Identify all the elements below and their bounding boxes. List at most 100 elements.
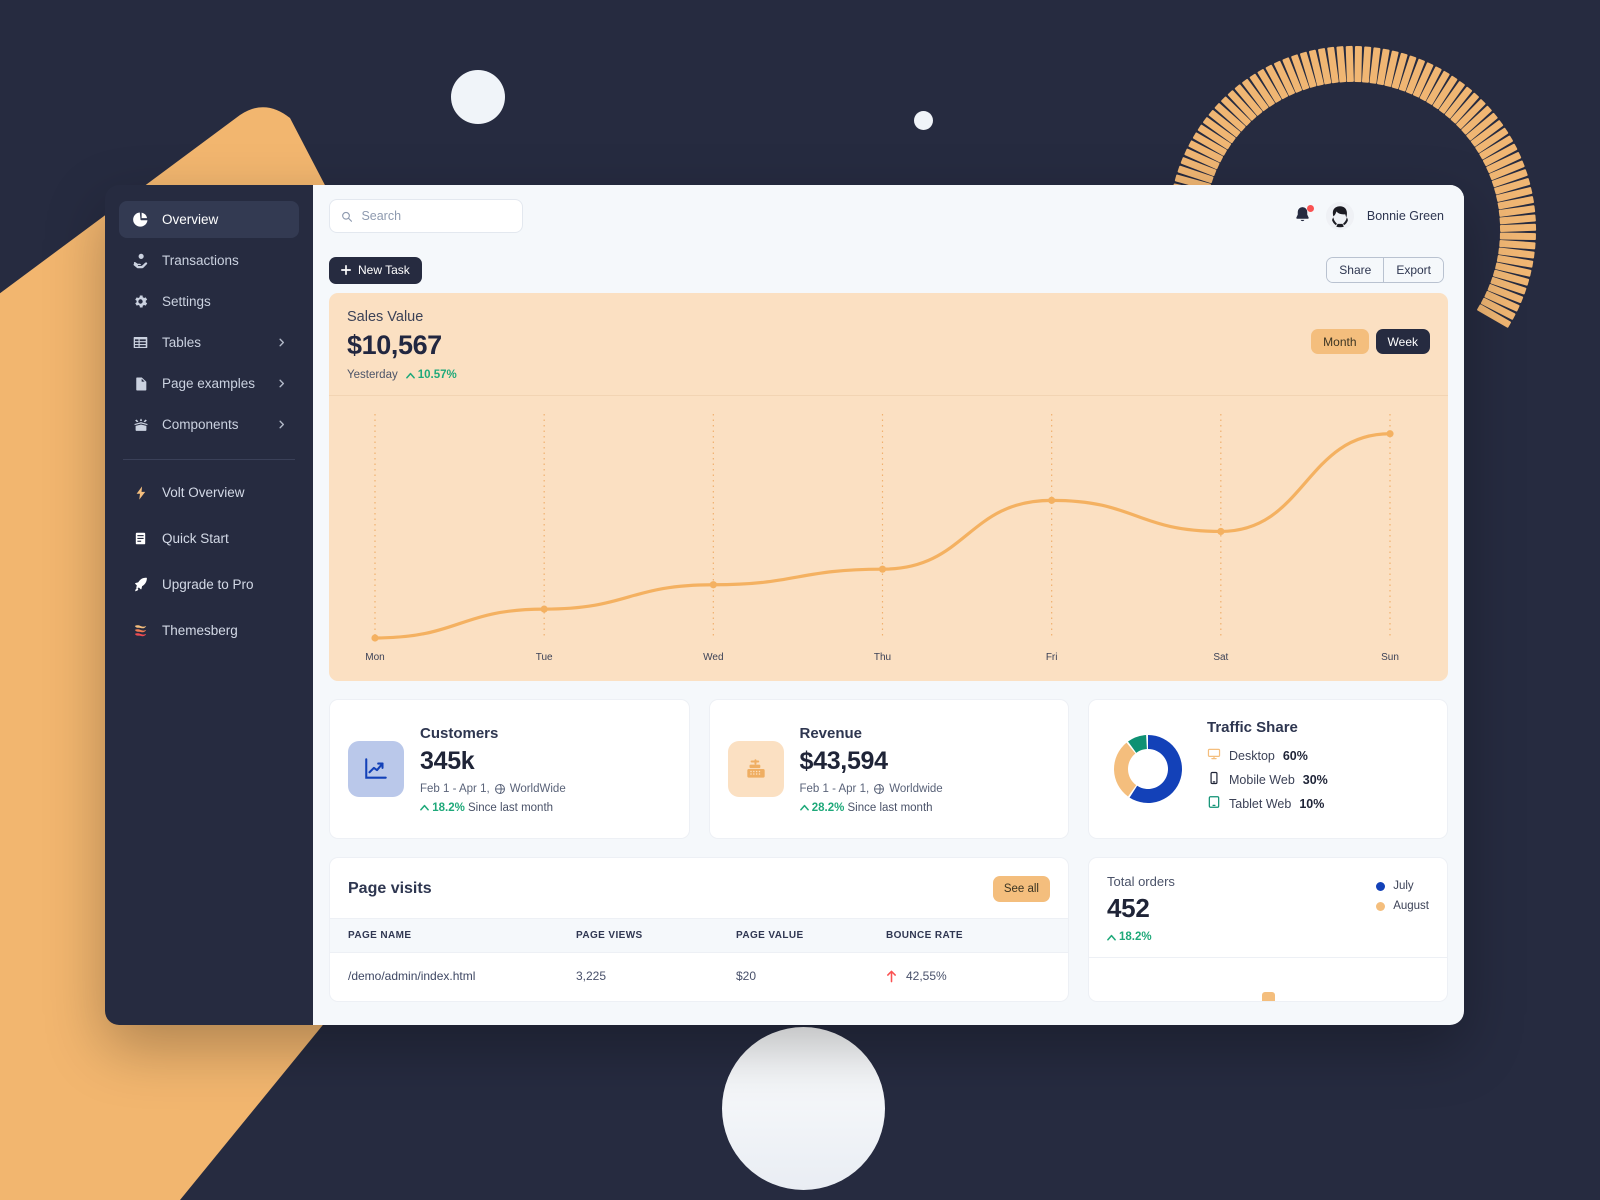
legend-color-dot bbox=[1376, 881, 1386, 891]
period-week-button[interactable]: Week bbox=[1375, 329, 1430, 354]
sidebar-item-themesberg[interactable]: Themesberg bbox=[119, 612, 299, 649]
stat-delta-value: 18.2% bbox=[432, 801, 465, 814]
stat-card-revenue-body: Revenue $43,594 Feb 1 - Apr 1, Worldwide bbox=[800, 725, 943, 814]
orders-legend-item: August bbox=[1376, 900, 1429, 912]
see-all-button[interactable]: See all bbox=[992, 876, 1050, 902]
stat-delta: 18.2% Since last month bbox=[420, 802, 566, 814]
orders-legend-item: July bbox=[1376, 880, 1429, 892]
sidebar-item-overview[interactable]: Overview bbox=[119, 201, 299, 238]
arrow-up-icon bbox=[420, 804, 429, 811]
arrow-up-red-icon bbox=[887, 970, 896, 982]
search-input[interactable] bbox=[361, 209, 511, 223]
sidebar-item-tables[interactable]: Tables bbox=[119, 324, 299, 361]
main-content: Bonnie Green New Task Share Export bbox=[313, 185, 1464, 1025]
stat-value: $43,594 bbox=[799, 746, 889, 775]
pie-chart-icon bbox=[131, 210, 150, 229]
sales-value: $10,567 bbox=[347, 330, 442, 360]
page-visits-header: Page visits See all bbox=[330, 858, 1068, 918]
export-button[interactable]: Export bbox=[1383, 258, 1443, 282]
globe-icon bbox=[494, 783, 505, 794]
sidebar-item-label: Transactions bbox=[162, 253, 239, 268]
traffic-legend: Desktop 60% Mobile Web 30% Tablet Web 10% bbox=[1207, 747, 1328, 812]
sidebar-divider bbox=[123, 459, 295, 460]
traffic-donut-chart bbox=[1114, 735, 1182, 803]
sidebar-secondary-nav: Volt Overview Quick Start Upgrade to Pro Th… bbox=[119, 474, 299, 649]
svg-text:Thu: Thu bbox=[874, 652, 891, 663]
avatar-image bbox=[1325, 202, 1354, 230]
new-task-label: New Task bbox=[358, 263, 410, 277]
arrow-up-icon bbox=[799, 804, 809, 811]
sidebar-item-page-examples[interactable]: Page examples bbox=[119, 365, 299, 402]
sidebar-item-upgrade-to-pro[interactable]: Upgrade to Pro bbox=[119, 566, 299, 603]
traffic-title: Traffic Share bbox=[1207, 719, 1298, 736]
table-column-header: PAGE NAME bbox=[330, 918, 558, 953]
total-orders-legend: July August bbox=[1376, 874, 1429, 920]
sidebar-item-label: Themesberg bbox=[162, 623, 238, 638]
new-task-button[interactable]: New Task bbox=[329, 256, 422, 284]
table-row[interactable]: /demo/admin/index.html 3,225 $20 42,55% bbox=[330, 953, 1068, 1000]
arrow-up-icon bbox=[405, 372, 415, 379]
table-column-header: PAGE VIEWS bbox=[558, 918, 718, 953]
chevron-right-icon bbox=[276, 337, 287, 348]
topbar: Bonnie Green bbox=[313, 185, 1464, 247]
rocket-icon bbox=[131, 575, 150, 594]
traffic-legend-label: Tablet Web bbox=[1229, 796, 1292, 811]
sidebar-item-label: Page examples bbox=[162, 376, 256, 391]
stat-range: Feb 1 - Apr 1, Worldwide bbox=[800, 783, 943, 795]
sales-line-chart-svg: Mon Tue Wed Thu Fri Sat Sun bbox=[365, 414, 1399, 663]
stat-range-dates: Feb 1 - Apr 1, bbox=[420, 782, 490, 795]
topbar-right-group: Bonnie Green bbox=[1293, 202, 1444, 230]
sidebar-item-quick-start[interactable]: Quick Start bbox=[119, 520, 299, 557]
sidebar-item-label: Components bbox=[162, 417, 239, 432]
stat-delta-suffix: Since last month bbox=[468, 801, 554, 814]
share-button[interactable]: Share bbox=[1327, 258, 1384, 282]
sales-card-header: Sales Value $10,567 Yesterday 10.57% Mon… bbox=[329, 293, 1448, 396]
themesberg-logo-icon bbox=[131, 621, 150, 640]
arrow-up-icon bbox=[1107, 934, 1116, 941]
search-box[interactable] bbox=[329, 199, 523, 233]
svg-text:Sat: Sat bbox=[1213, 652, 1228, 663]
sidebar-item-volt-overview[interactable]: Volt Overview bbox=[119, 474, 299, 511]
traffic-legend-label: Desktop bbox=[1229, 748, 1275, 763]
traffic-legend-label: Mobile Web bbox=[1229, 772, 1295, 787]
sidebar-item-transactions[interactable]: Transactions bbox=[119, 242, 299, 279]
notifications-button[interactable] bbox=[1293, 205, 1314, 227]
gear-icon bbox=[131, 292, 150, 311]
stat-title: Revenue bbox=[799, 724, 863, 742]
avatar[interactable] bbox=[1325, 202, 1354, 230]
globe-icon bbox=[874, 783, 885, 794]
chevron-right-icon bbox=[276, 378, 287, 389]
lightning-bolt-icon bbox=[131, 483, 150, 502]
stat-range-scope: Worldwide bbox=[889, 782, 943, 795]
share-export-group: Share Export bbox=[1326, 257, 1444, 283]
sales-value-card: Sales Value $10,567 Yesterday 10.57% Mon… bbox=[329, 293, 1448, 681]
decorative-circle-bottom bbox=[722, 1027, 885, 1190]
sales-card-text: Sales Value $10,567 Yesterday 10.57% bbox=[347, 309, 457, 381]
plus-icon bbox=[341, 265, 351, 275]
sales-subtext: Yesterday 10.57% bbox=[347, 369, 457, 381]
page-visits-table: PAGE NAME PAGE VIEWS PAGE VALUE BOUNCE RATE… bbox=[330, 918, 1068, 999]
period-month-button[interactable]: Month bbox=[1311, 329, 1369, 354]
traffic-legend-value: 30% bbox=[1302, 772, 1328, 787]
user-name: Bonnie Green bbox=[1366, 209, 1444, 223]
table-column-header: PAGE VALUE bbox=[718, 918, 868, 953]
total-orders-header: Total orders 452 18.2% July August bbox=[1089, 858, 1447, 957]
orders-bar bbox=[1261, 992, 1275, 1001]
table-header-row: PAGE NAME PAGE VIEWS PAGE VALUE BOUNCE RATE bbox=[330, 918, 1068, 953]
mobile-icon bbox=[1207, 771, 1221, 788]
tablet-icon bbox=[1207, 795, 1221, 812]
traffic-share-card: Traffic Share Desktop 60% Mobile Web 30% Tab… bbox=[1088, 699, 1448, 839]
total-orders-text: Total orders 452 18.2% bbox=[1107, 874, 1175, 943]
search-icon bbox=[342, 211, 353, 222]
sidebar-item-components[interactable]: Components bbox=[119, 406, 299, 443]
stat-range: Feb 1 - Apr 1, WorldWide bbox=[420, 783, 566, 795]
sidebar-item-settings[interactable]: Settings bbox=[119, 283, 299, 320]
chevron-right-icon bbox=[276, 419, 287, 430]
page-visits-card: Page visits See all PAGE NAME PAGE VIEWS P… bbox=[329, 857, 1069, 1002]
sales-change-value: 10.57% bbox=[417, 369, 457, 381]
cell-bounce-rate: 42,55% bbox=[868, 953, 1068, 1000]
traffic-legend-item: Tablet Web 10% bbox=[1207, 795, 1328, 812]
dashboard-window: Overview Transactions Settings Tables Page e… bbox=[105, 185, 1464, 1025]
traffic-legend-value: 60% bbox=[1282, 748, 1308, 763]
table-icon bbox=[131, 333, 150, 352]
